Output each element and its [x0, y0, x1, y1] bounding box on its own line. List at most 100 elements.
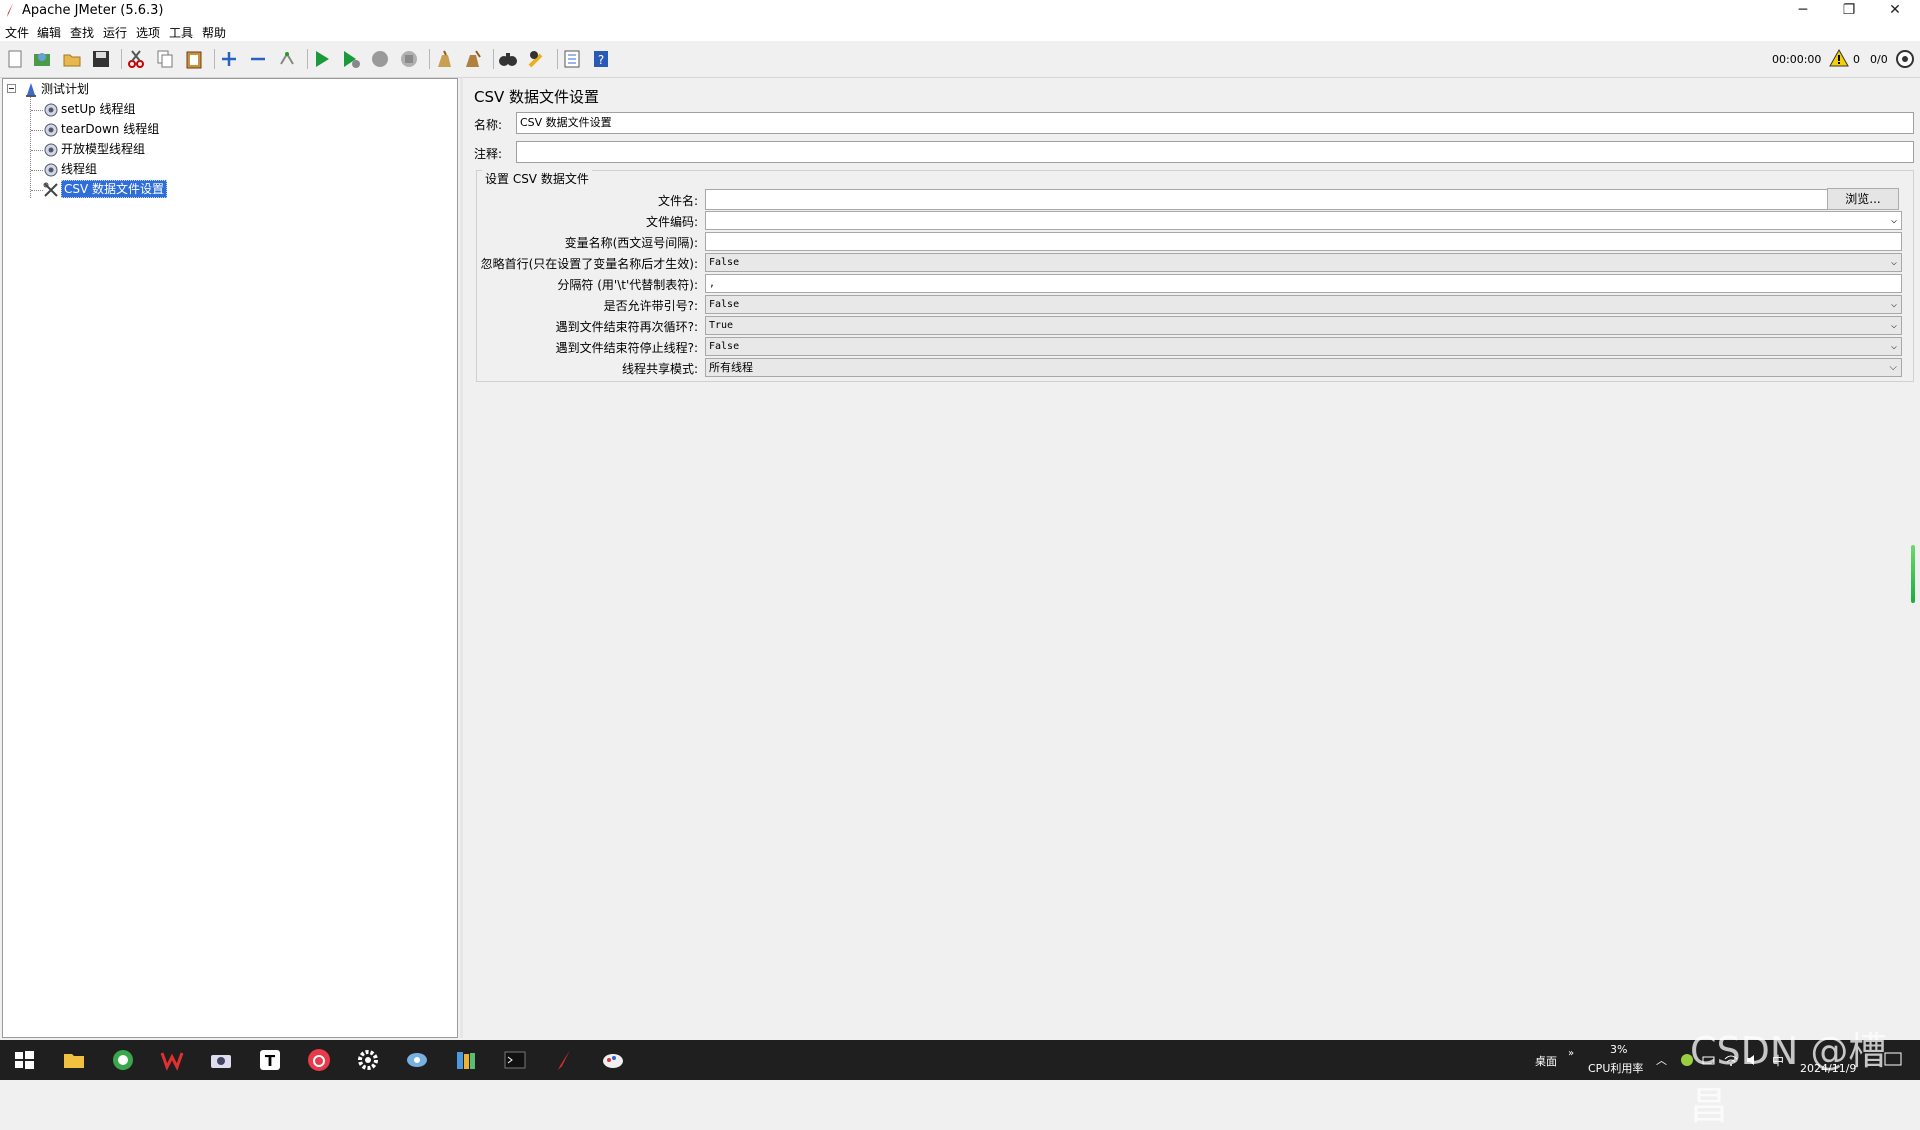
ignore-first-line-select[interactable]: False ⌵ — [705, 253, 1902, 272]
menu-edit[interactable]: 编辑 — [37, 24, 61, 41]
stop-thread-eof-select[interactable]: False ⌵ — [705, 337, 1902, 356]
chevron-down-icon: ⌵ — [1890, 215, 1897, 226]
allow-quoted-value: False — [709, 299, 740, 310]
shutdown-icon[interactable] — [399, 49, 419, 69]
file-explorer-icon[interactable] — [62, 1048, 86, 1072]
tree-connector — [31, 130, 43, 131]
search-icon[interactable] — [498, 49, 518, 69]
chevron-down-icon: ⌵ — [1890, 299, 1897, 310]
tree-node-label: 线程组 — [61, 162, 98, 176]
ignore-first-line-value: False — [709, 257, 740, 268]
filename-field[interactable] — [705, 189, 1828, 210]
gear-icon — [44, 103, 58, 116]
typora-icon[interactable]: T — [258, 1048, 282, 1072]
stop-icon[interactable] — [370, 49, 390, 69]
menu-tools[interactable]: 工具 — [169, 24, 193, 41]
start-icon[interactable] — [312, 49, 332, 69]
allow-quoted-select[interactable]: False ⌵ — [705, 295, 1902, 314]
desktop-toolbar-label[interactable]: 桌面 — [1535, 1053, 1557, 1069]
comment-label: 注释: — [474, 147, 503, 161]
paint-app-icon[interactable] — [601, 1048, 625, 1072]
windows-taskbar: T 桌面 » 3% CPU利用率 ︿ 中 2024/11/9 — [0, 1040, 1920, 1080]
toolbar-separator — [214, 49, 215, 69]
stop-thread-eof-label: 遇到文件结束符停止线程?: — [555, 341, 698, 355]
allow-quoted-label: 是否允许带引号?: — [603, 299, 698, 313]
wps-office-icon[interactable] — [160, 1048, 184, 1072]
tree-connector — [31, 170, 43, 171]
remote-status-icon[interactable] — [1895, 49, 1915, 69]
save-icon[interactable] — [91, 49, 111, 69]
copy-icon[interactable] — [155, 49, 175, 69]
menu-run[interactable]: 运行 — [103, 24, 127, 41]
group-title: 设置 CSV 数据文件 — [482, 170, 592, 187]
tree-node-thread-group[interactable]: 线程组 — [43, 161, 97, 178]
maximize-button[interactable]: ❐ — [1826, 0, 1872, 22]
paste-icon[interactable] — [184, 49, 204, 69]
templates-icon[interactable] — [32, 49, 52, 69]
sharing-mode-select[interactable]: 所有线程 ⌵ — [705, 358, 1902, 377]
camera-icon[interactable] — [209, 1048, 233, 1072]
menu-search[interactable]: 查找 — [70, 24, 94, 41]
gear-icon — [44, 143, 58, 156]
app-icon[interactable] — [405, 1048, 429, 1072]
sharing-mode-value: 所有线程 — [709, 361, 753, 374]
chevron-down-icon: ⌵ — [1889, 362, 1897, 373]
settings-gear-icon[interactable] — [356, 1048, 380, 1072]
tray-overflow-icon[interactable]: ︿ — [1656, 1052, 1667, 1068]
tree-node-label: tearDown 线程组 — [61, 122, 160, 136]
menu-file[interactable]: 文件 — [5, 24, 29, 41]
collapse-toggle-icon[interactable] — [7, 84, 16, 93]
csdn-watermark: CSDN @槽昌 — [1690, 1029, 1887, 1128]
toolbar-separator — [121, 49, 122, 69]
collapse-all-icon[interactable] — [248, 49, 268, 69]
tree-node-label: CSV 数据文件设置 — [61, 180, 168, 198]
new-icon[interactable] — [5, 49, 25, 69]
recycle-eof-select[interactable]: True ⌵ — [705, 316, 1902, 335]
tree-node-setup-thread-group[interactable]: setUp 线程组 — [43, 101, 136, 118]
open-icon[interactable] — [62, 49, 82, 69]
menu-help[interactable]: 帮助 — [202, 24, 226, 41]
close-button[interactable]: ✕ — [1872, 0, 1918, 22]
file-encoding-select[interactable]: ⌵ — [705, 211, 1902, 230]
tree-node-teardown-thread-group[interactable]: tearDown 线程组 — [43, 121, 159, 138]
windows-start-icon[interactable] — [12, 1048, 36, 1072]
toggle-icon[interactable] — [277, 49, 297, 69]
tree-node-test-plan[interactable]: 测试计划 — [23, 81, 89, 98]
expand-all-icon[interactable] — [219, 49, 239, 69]
comment-field[interactable] — [516, 141, 1914, 163]
tree-node-label: 开放模型线程组 — [61, 142, 146, 156]
toolbar: ? 00:00:00 0 0/0 — [0, 41, 1920, 78]
chevron-down-icon: ⌵ — [1890, 257, 1897, 268]
tree-node-csv-data-set-config[interactable]: CSV 数据文件设置 — [43, 180, 168, 198]
reset-search-icon[interactable] — [527, 49, 547, 69]
function-helper-icon[interactable] — [562, 49, 582, 69]
toolbar-expand-icon[interactable]: » — [1568, 1048, 1574, 1059]
recycle-eof-value: True — [709, 320, 734, 331]
netease-music-icon[interactable] — [307, 1048, 331, 1072]
clear-all-icon[interactable] — [463, 49, 483, 69]
help-icon[interactable]: ? — [591, 49, 611, 69]
tree-node-open-model-thread-group[interactable]: 开放模型线程组 — [43, 141, 145, 158]
file-encoding-label: 文件编码: — [645, 215, 698, 229]
clear-icon[interactable] — [434, 49, 454, 69]
jmeter-taskbar-icon[interactable] — [552, 1048, 576, 1072]
stop-thread-eof-value: False — [709, 341, 740, 352]
cut-icon[interactable] — [126, 49, 146, 69]
browse-button[interactable]: 浏览... — [1827, 188, 1899, 210]
start-no-pauses-icon[interactable] — [341, 49, 361, 69]
tree-node-label: setUp 线程组 — [61, 102, 136, 116]
wrench-screwdriver-icon — [43, 182, 58, 197]
terminal-icon[interactable] — [503, 1048, 527, 1072]
minimize-button[interactable]: ─ — [1780, 0, 1826, 22]
books-app-icon[interactable] — [454, 1048, 478, 1072]
delimiter-field[interactable]: , — [705, 274, 1902, 293]
csv-config-panel: CSV 数据文件设置 名称: CSV 数据文件设置 注释: 设置 CSV 数据文… — [464, 78, 1920, 1038]
warning-icon[interactable] — [1829, 48, 1849, 68]
menu-options[interactable]: 选项 — [136, 24, 160, 41]
tree-connector — [31, 110, 43, 111]
browser-icon[interactable] — [111, 1048, 135, 1072]
variable-names-field[interactable] — [705, 232, 1902, 251]
gear-icon — [44, 123, 58, 136]
split-pane-divider[interactable] — [460, 78, 463, 1038]
name-field[interactable]: CSV 数据文件设置 — [516, 112, 1914, 134]
